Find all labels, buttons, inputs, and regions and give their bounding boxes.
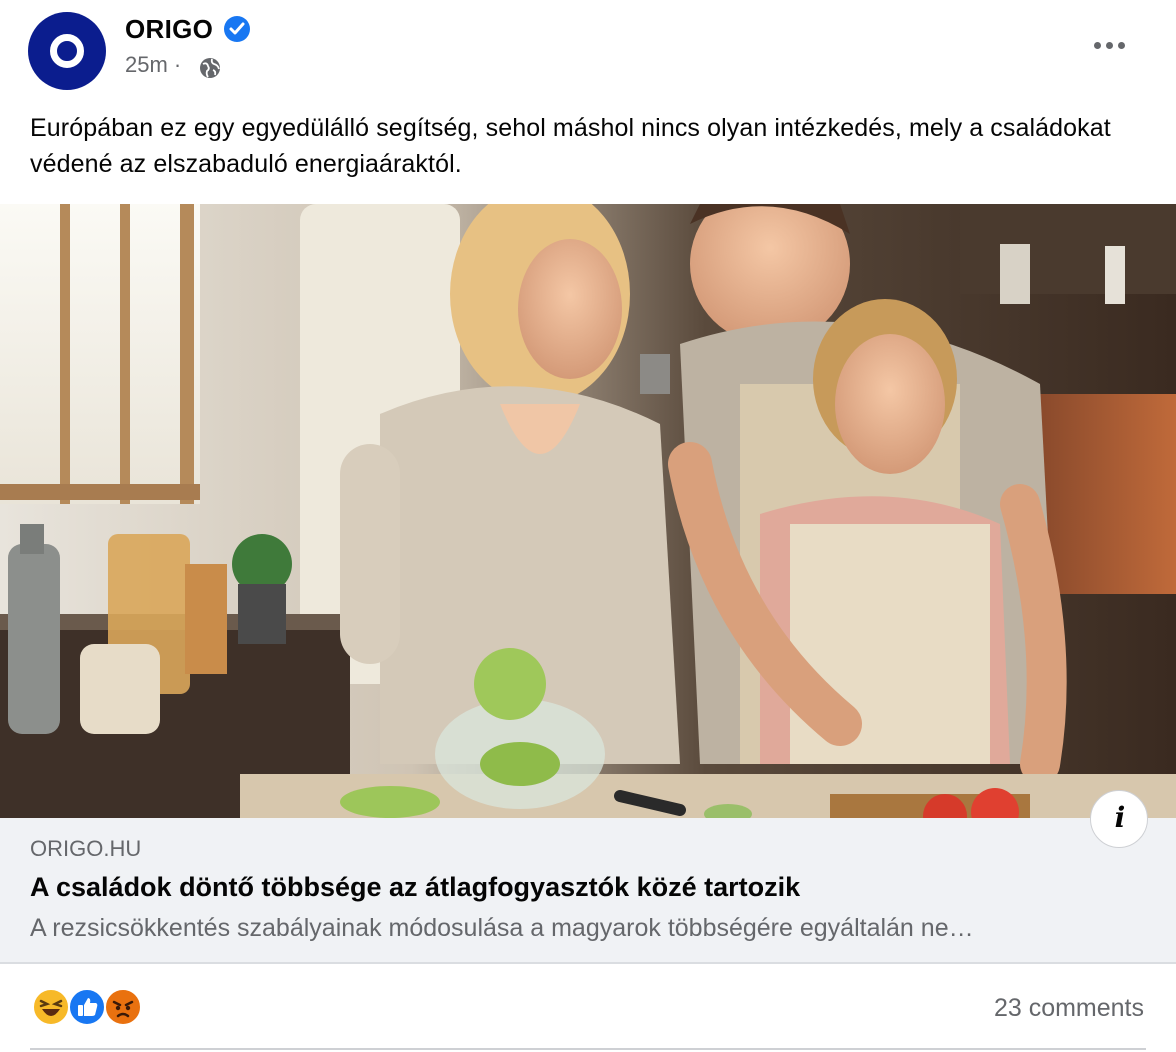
post-header: ORIGO 25m ·: [0, 0, 1176, 100]
post-time[interactable]: 25m: [125, 52, 168, 77]
verified-badge-icon: [224, 16, 250, 42]
globe-icon: [198, 56, 222, 80]
post-text: Európában ez egy egyedülálló segítség, s…: [30, 114, 1111, 178]
post-meta: 25m ·: [125, 52, 181, 78]
link-preview-image[interactable]: [0, 204, 1176, 818]
link-domain: ORIGO.HU: [30, 836, 142, 861]
page-avatar[interactable]: [28, 12, 106, 90]
angry-reaction-icon: [104, 988, 142, 1026]
info-icon[interactable]: i: [1090, 790, 1148, 848]
reaction-summary[interactable]: [32, 988, 152, 1028]
haha-reaction-icon: [32, 988, 70, 1026]
info-icon-glyph: i: [1114, 801, 1126, 834]
more-options-icon[interactable]: [1092, 36, 1128, 56]
link-description: A rezsicsökkentés szabályainak módosulás…: [30, 914, 974, 942]
time-separator: ·: [173, 52, 182, 77]
like-reaction-icon: [68, 988, 106, 1026]
origo-logo-icon: [50, 34, 84, 68]
comments-count[interactable]: 23 comments: [994, 994, 1144, 1023]
divider: [30, 1048, 1146, 1050]
link-title[interactable]: A családok döntő többsége az átlagfogyas…: [30, 872, 800, 903]
page-name[interactable]: ORIGO: [125, 14, 213, 45]
